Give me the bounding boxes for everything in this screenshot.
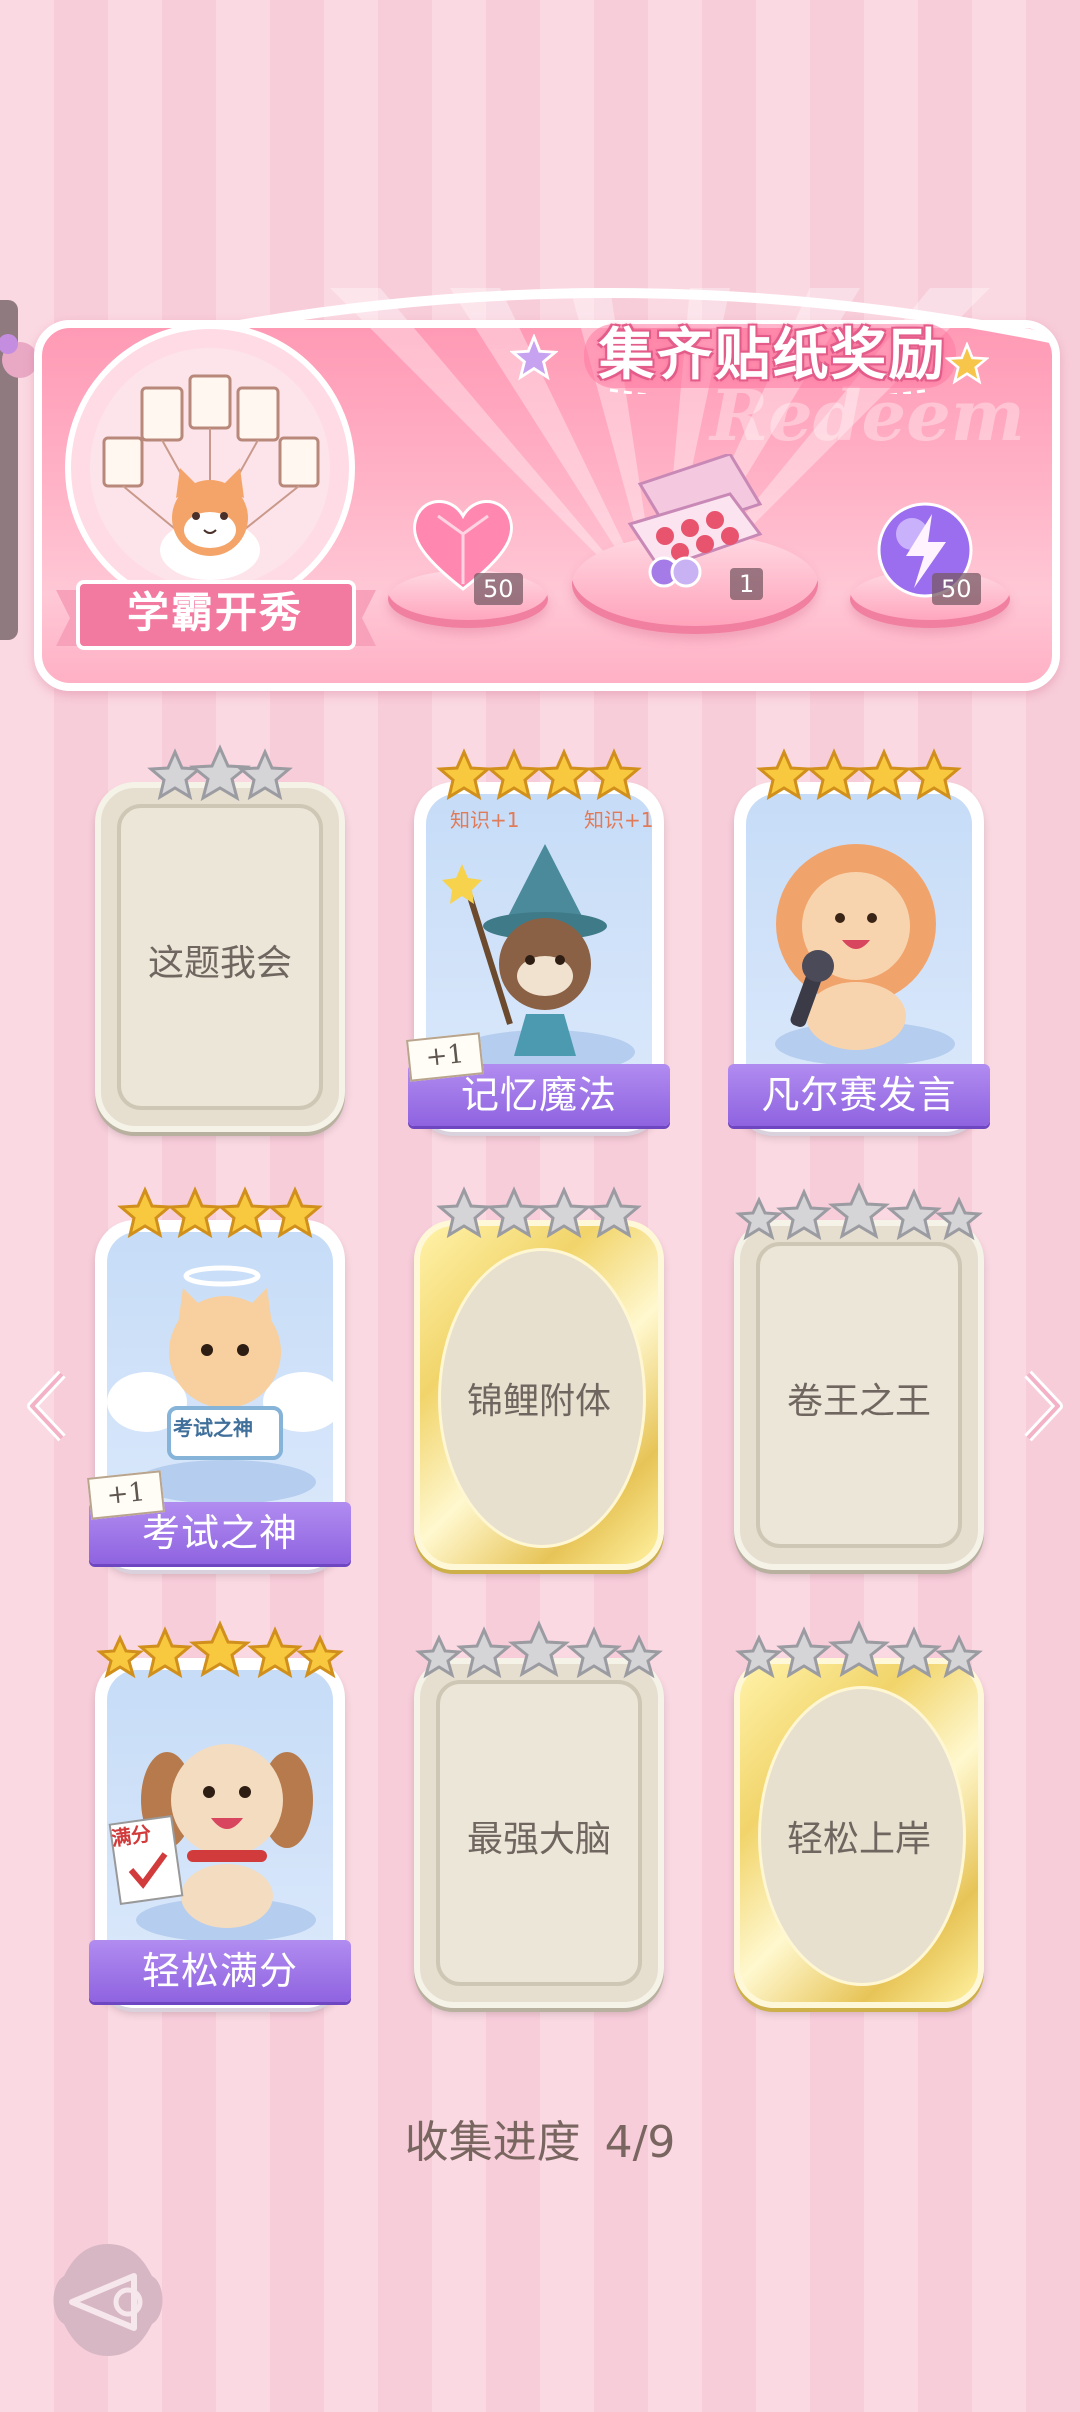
chevron-left-icon[interactable] (22, 1366, 72, 1446)
star-rating (436, 1186, 642, 1239)
collection-progress: 收集进度 4/9 (0, 2106, 1080, 2170)
sticker-card[interactable]: 锦鲤附体 (414, 1186, 664, 1570)
card-name: 卷王之王 (786, 1381, 931, 1422)
card-name: 最强大脑 (466, 1819, 611, 1860)
card-name: 锦鲤附体 (466, 1381, 611, 1422)
star-icon (945, 342, 989, 385)
reward-count: 50 (932, 573, 981, 605)
sticker-card[interactable]: 卷王之王 (734, 1182, 984, 1570)
banner-title: 集齐贴纸奖励 (598, 323, 947, 388)
star-rating (415, 1620, 663, 1679)
sticker-card[interactable]: 知识+1 知识+1 记忆魔法 +1 (406, 748, 670, 1132)
sticker-card[interactable]: 轻松上岸 (734, 1620, 984, 2008)
sticker-card[interactable]: 这题我会 (95, 744, 345, 1132)
card-name: 轻松满分 (141, 1949, 298, 1993)
reward-count: 1 (730, 568, 764, 600)
chevron-right-icon[interactable] (1018, 1366, 1068, 1446)
art-text: 考试之神 (173, 1416, 253, 1440)
plus-badge: +1 (406, 1032, 484, 1082)
card-name: 凡尔赛发言 (761, 1073, 957, 1117)
reward-count: 50 (474, 573, 523, 605)
plus-badge: +1 (87, 1470, 165, 1520)
star-rating (436, 748, 642, 801)
art-text: 满分 (109, 1821, 153, 1851)
sticker-card[interactable]: 满分 轻松满分 (89, 1620, 351, 2008)
star-rating (96, 1620, 344, 1679)
progress-label: 收集进度 (404, 2117, 581, 2168)
star-icon (510, 334, 558, 381)
progress-value: 4/9 (604, 2117, 676, 2168)
crest-label: 学霸开秀 (126, 588, 303, 637)
star-rating (735, 1620, 983, 1679)
sticker-card[interactable]: 凡尔赛发言 (728, 748, 990, 1132)
star-rating (117, 1186, 323, 1239)
reward-banner: Redeem 集齐贴纸奖励 学霸开秀 50 1 50 (20, 268, 1060, 691)
back-arrow-icon[interactable] (48, 2240, 168, 2360)
sticker-card[interactable]: 考试之神 考试之神 +1 (87, 1186, 351, 1570)
star-rating (735, 1182, 983, 1241)
star-rating (756, 748, 962, 801)
card-name: 这题我会 (147, 943, 292, 984)
star-rating (147, 744, 293, 802)
sticker-card[interactable]: 最强大脑 (414, 1620, 664, 2008)
card-name: 轻松上岸 (786, 1819, 931, 1860)
